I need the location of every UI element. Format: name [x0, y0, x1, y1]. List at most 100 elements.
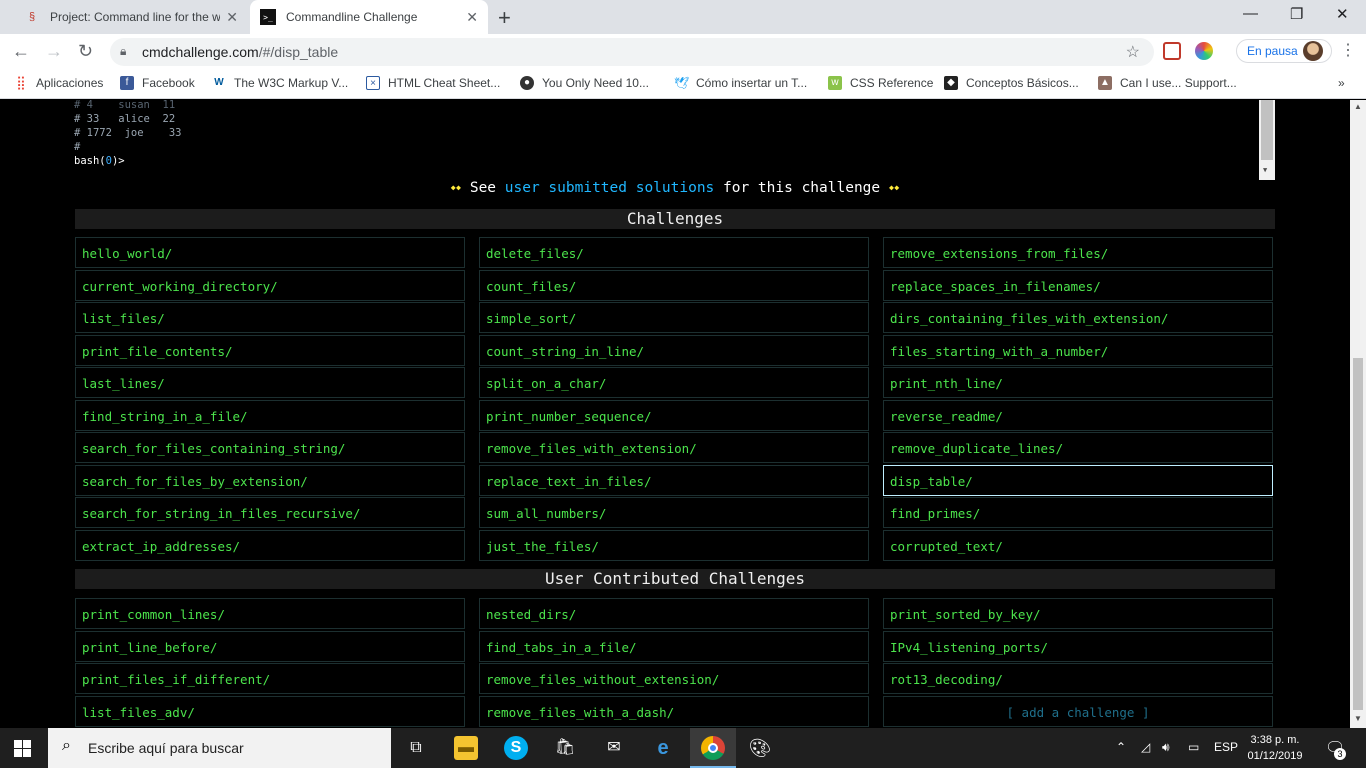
- terminal-prompt[interactable]: bash(0)>: [70, 154, 1275, 168]
- page-content: # 4 susan 11 # 33 alice 22 # 1772 joe 33…: [0, 100, 1350, 728]
- challenge-link[interactable]: current_working_directory/: [75, 269, 465, 301]
- challenge-link[interactable]: find_tabs_in_a_file/: [479, 630, 869, 662]
- reload-icon[interactable]: ↻: [78, 41, 93, 62]
- challenge-link[interactable]: just_the_files/: [479, 529, 869, 561]
- challenge-link[interactable]: print_line_before/: [75, 630, 465, 662]
- challenge-link[interactable]: find_primes/: [883, 497, 1273, 528]
- scroll-up-arrow-icon[interactable]: ▲: [1354, 102, 1362, 111]
- avatar[interactable]: [1303, 41, 1323, 61]
- challenge-link[interactable]: last_lines/: [75, 367, 465, 398]
- challenge-link[interactable]: nested_dirs/: [479, 598, 869, 629]
- windows-start-icon[interactable]: [14, 740, 31, 757]
- taskbar-clock[interactable]: 3:38 p. m. 01/12/2019: [1245, 732, 1305, 764]
- new-tab-button[interactable]: +: [498, 5, 511, 31]
- close-window-button[interactable]: ✕: [1336, 5, 1349, 23]
- challenge-link[interactable]: replace_spaces_in_filenames/: [883, 269, 1273, 301]
- challenge-link[interactable]: list_files/: [75, 302, 465, 333]
- squiggle-icon: ⬩⬩: [450, 180, 462, 196]
- bookmark-item[interactable]: w CSS Reference: [828, 76, 933, 90]
- challenge-link[interactable]: remove_files_without_extension/: [479, 663, 869, 694]
- challenge-link[interactable]: replace_text_in_files/: [479, 464, 869, 496]
- network-icon[interactable]: ◿: [1141, 740, 1150, 754]
- store-icon[interactable]: 🛍︎: [553, 736, 577, 760]
- taskbar-search-box[interactable]: ⌕ Escribe aquí para buscar: [48, 728, 391, 768]
- challenge-link[interactable]: delete_files/: [479, 237, 869, 268]
- mail-icon[interactable]: ✉: [602, 736, 626, 760]
- facebook-icon: f: [120, 76, 134, 90]
- bookmark-star-icon[interactable]: ☆: [1126, 42, 1140, 62]
- add-challenge-link[interactable]: [ add a challenge ]: [883, 695, 1273, 727]
- terminal-output[interactable]: # 4 susan 11 # 33 alice 22 # 1772 joe 33…: [70, 100, 1275, 180]
- terminal-scrollbar[interactable]: ▼: [1259, 100, 1275, 180]
- close-tab-icon[interactable]: ✕: [466, 9, 478, 26]
- challenge-link[interactable]: search_for_string_in_files_recursive/: [75, 497, 465, 528]
- challenge-link[interactable]: dirs_containing_files_with_extension/: [883, 302, 1273, 333]
- task-view-icon[interactable]: ⧉: [404, 736, 428, 760]
- challenge-link[interactable]: search_for_files_by_extension/: [75, 464, 465, 496]
- challenge-link[interactable]: reverse_readme/: [883, 399, 1273, 431]
- challenge-link[interactable]: remove_files_with_extension/: [479, 432, 869, 463]
- battery-icon[interactable]: ▭: [1188, 740, 1199, 754]
- maximize-button[interactable]: ❐: [1290, 5, 1303, 23]
- challenge-link-selected[interactable]: disp_table/: [883, 464, 1273, 496]
- bookmark-item[interactable]: 🕊︎ Cómo insertar un T...: [674, 76, 807, 90]
- bookmark-item[interactable]: ◆ Conceptos Básicos...: [944, 76, 1079, 90]
- page-scrollbar-thumb[interactable]: [1353, 358, 1363, 710]
- volume-icon[interactable]: 🔊︎: [1162, 740, 1170, 755]
- tab-commandline[interactable]: >_ Commandline Challenge ✕: [250, 0, 488, 34]
- forward-arrow-icon[interactable]: →: [45, 41, 63, 62]
- challenge-link[interactable]: count_files/: [479, 269, 869, 301]
- challenge-link[interactable]: simple_sort/: [479, 302, 869, 333]
- challenge-link[interactable]: print_file_contents/: [75, 334, 465, 366]
- challenge-link[interactable]: find_string_in_a_file/: [75, 399, 465, 431]
- scroll-down-arrow-icon[interactable]: ▼: [1263, 166, 1267, 174]
- challenge-link[interactable]: print_number_sequence/: [479, 399, 869, 431]
- terminal-scrollbar-thumb[interactable]: [1261, 100, 1273, 160]
- bookmark-item[interactable]: ▲ Can I use... Support...: [1098, 76, 1237, 90]
- challenge-link[interactable]: hello_world/: [75, 237, 465, 268]
- challenge-link[interactable]: files_starting_with_a_number/: [883, 334, 1273, 366]
- bookmark-item[interactable]: × HTML Cheat Sheet...: [366, 76, 500, 90]
- bookmark-item[interactable]: W The W3C Markup V...: [212, 76, 348, 90]
- paint-icon[interactable]: 🎨︎: [748, 736, 772, 760]
- challenge-link[interactable]: print_sorted_by_key/: [883, 598, 1273, 629]
- tab-project[interactable]: § Project: Command line for the wi ✕: [12, 0, 248, 34]
- chrome-taskbar-button[interactable]: [690, 728, 736, 768]
- challenge-link[interactable]: print_files_if_different/: [75, 663, 465, 694]
- challenge-link[interactable]: sum_all_numbers/: [479, 497, 869, 528]
- page-scrollbar[interactable]: ▲ ▼: [1350, 100, 1366, 728]
- tab-title: Project: Command line for the wi: [50, 10, 220, 24]
- skype-icon[interactable]: S: [504, 736, 528, 760]
- challenge-link[interactable]: remove_duplicate_lines/: [883, 432, 1273, 463]
- challenge-link[interactable]: remove_files_with_a_dash/: [479, 695, 869, 727]
- file-explorer-icon[interactable]: ▬: [454, 736, 478, 760]
- challenge-link[interactable]: split_on_a_char/: [479, 367, 869, 398]
- minimize-button[interactable]: —: [1243, 5, 1258, 22]
- challenge-link[interactable]: list_files_adv/: [75, 695, 465, 727]
- bookmark-item[interactable]: f Facebook: [120, 76, 195, 90]
- extension-pocket-icon[interactable]: [1163, 42, 1181, 60]
- challenge-link[interactable]: print_common_lines/: [75, 598, 465, 629]
- challenge-link[interactable]: remove_extensions_from_files/: [883, 237, 1273, 268]
- w3c-icon: W: [214, 77, 224, 88]
- bookmark-item[interactable]: ● You Only Need 10...: [520, 76, 649, 90]
- edge-icon[interactable]: e: [651, 736, 675, 760]
- challenge-link[interactable]: count_string_in_line/: [479, 334, 869, 366]
- challenge-link[interactable]: rot13_decoding/: [883, 663, 1273, 694]
- extension-color-icon[interactable]: [1195, 42, 1213, 60]
- challenge-link[interactable]: search_for_files_containing_string/: [75, 432, 465, 463]
- address-bar[interactable]: 🔒︎ cmdchallenge.com/#/disp_table ☆: [110, 38, 1154, 66]
- tray-chevron-up-icon[interactable]: ⌃: [1116, 740, 1126, 754]
- language-indicator[interactable]: ESP: [1214, 740, 1238, 754]
- user-solutions-link[interactable]: user submitted solutions: [505, 180, 715, 196]
- challenge-link[interactable]: print_nth_line/: [883, 367, 1273, 398]
- bookmark-item[interactable]: ⣿ Aplicaciones: [14, 76, 103, 91]
- challenge-link[interactable]: corrupted_text/: [883, 529, 1273, 561]
- bookmarks-overflow-icon[interactable]: »: [1338, 76, 1345, 90]
- close-tab-icon[interactable]: ✕: [226, 9, 238, 26]
- more-menu-icon[interactable]: ⋮: [1340, 40, 1356, 60]
- challenge-link[interactable]: extract_ip_addresses/: [75, 529, 465, 561]
- scroll-down-arrow-icon[interactable]: ▼: [1354, 714, 1362, 723]
- back-arrow-icon[interactable]: ←: [12, 41, 30, 62]
- challenge-link[interactable]: IPv4_listening_ports/: [883, 630, 1273, 662]
